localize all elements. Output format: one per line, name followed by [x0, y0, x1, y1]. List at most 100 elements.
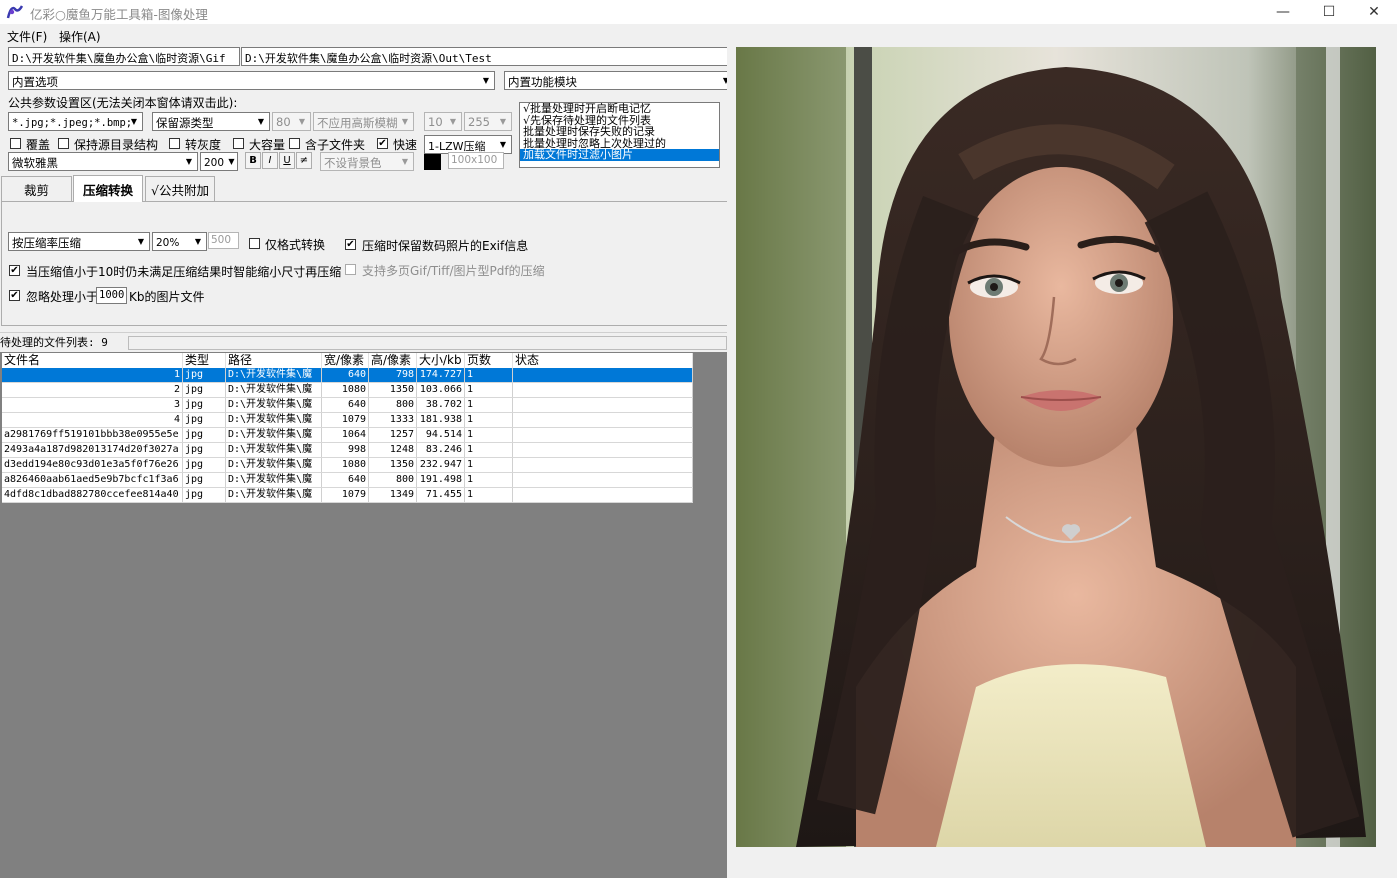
overwrite-checkbox[interactable] — [10, 138, 21, 149]
builtin-module-select[interactable]: 内置功能模块 ▼ — [504, 71, 735, 90]
font-value: 微软雅黑 — [12, 156, 58, 170]
ignore-small-checkbox[interactable]: ✔ — [9, 290, 20, 301]
keep-dir-checkbox[interactable] — [58, 138, 69, 149]
table-cell: 232.947 — [417, 458, 465, 472]
smart-resize-checkbox[interactable]: ✔ — [9, 265, 20, 276]
file-list-label: 待处理的文件列表: 9 — [0, 336, 108, 349]
maximize-button[interactable]: ☐ — [1306, 0, 1352, 24]
table-cell: 1350 — [369, 383, 417, 397]
gauss-blur-select[interactable]: 不应用高斯模糊 ▼ — [313, 112, 414, 131]
grayscale-checkbox[interactable] — [169, 138, 180, 149]
params-header[interactable]: 公共参数设置区(无法关闭本窗体请双击此): — [8, 94, 237, 111]
chevron-down-icon: ▼ — [482, 76, 490, 85]
table-cell — [513, 428, 693, 442]
builtin-options-select[interactable]: 内置选项 ▼ — [8, 71, 495, 90]
table-cell: 103.066 — [417, 383, 465, 397]
minimize-button[interactable]: — — [1260, 0, 1306, 24]
table-row[interactable]: 4 jpg D:\开发软件集\魔 1079 1333 181.938 1 — [2, 413, 693, 428]
builtin-module-value: 内置功能模块 — [508, 75, 577, 89]
column-header[interactable]: 页数 — [465, 353, 513, 368]
keep-type-select[interactable]: 保留源类型 ▼ — [152, 112, 270, 131]
keep-exif-checkbox[interactable]: ✔ — [345, 239, 356, 250]
input-path-field[interactable]: D:\开发软件集\魔鱼办公盒\临时资源\Gif — [8, 47, 240, 66]
window-title: 亿彩○魔鱼万能工具箱-图像处理 — [30, 7, 208, 22]
table-row[interactable]: 2 jpg D:\开发软件集\魔 1080 1350 103.066 1 — [2, 383, 693, 398]
background-select[interactable]: 不设背景色 ▼ — [320, 152, 414, 171]
close-button[interactable]: ✕ — [1351, 0, 1397, 24]
keep-type-value: 保留源类型 — [156, 116, 214, 130]
table-row[interactable]: 4dfd8c1dbad882780ccefee814a40 jpg D:\开发软件集… — [2, 488, 693, 503]
option-item[interactable]: √批量处理时开启断电记忆 — [520, 103, 719, 115]
tab-crop[interactable]: 裁剪 — [1, 176, 72, 202]
chevron-down-icon: ▼ — [298, 117, 306, 126]
table-cell: 1349 — [369, 488, 417, 502]
compress-size-field[interactable]: 500 — [208, 232, 239, 249]
underline-button[interactable]: U — [279, 152, 295, 169]
keep-exif-label: 压缩时保留数码照片的Exif信息 — [362, 239, 529, 253]
compress-mode-select[interactable]: 按压缩率压缩 ▼ — [8, 232, 150, 251]
table-cell: 1350 — [369, 458, 417, 472]
chevron-down-icon: ▼ — [401, 117, 409, 126]
progress-bar — [128, 336, 727, 350]
column-header[interactable]: 宽/像素 — [322, 353, 369, 368]
table-row[interactable]: 3 jpg D:\开发软件集\魔 640 800 38.702 1 — [2, 398, 693, 413]
column-header[interactable]: 大小/kb — [417, 353, 465, 368]
table-cell: D:\开发软件集\魔 — [226, 413, 322, 427]
large-capacity-checkbox[interactable] — [233, 138, 244, 149]
strikethrough-button[interactable]: ≠ — [296, 152, 312, 169]
bold-button[interactable]: B — [245, 152, 261, 169]
table-cell: 1080 — [322, 458, 369, 472]
fast-label: 快速 — [393, 138, 418, 152]
max-value: 255 — [468, 115, 490, 129]
table-cell: 640 — [322, 398, 369, 412]
preview-image[interactable] — [736, 47, 1376, 847]
column-header[interactable]: 文件名 — [2, 353, 183, 368]
font-size-select[interactable]: 200 ▼ — [200, 152, 238, 171]
table-cell: 798 — [369, 368, 417, 382]
chevron-down-icon: ▼ — [257, 117, 265, 126]
compress-rate-select[interactable]: 20% ▼ — [152, 232, 207, 251]
tab-compress[interactable]: 压缩转换 — [73, 175, 143, 202]
table-row[interactable]: 1 jpg D:\开发软件集\魔 640 798 174.727 1 — [2, 368, 693, 383]
file-filter-select[interactable]: *.jpg;*.jpeg;*.bmp; ▼ — [8, 112, 143, 131]
multipage-checkbox[interactable] — [345, 264, 356, 275]
menu-file[interactable]: 文件(F) — [7, 28, 47, 45]
table-cell — [513, 458, 693, 472]
min-value-select[interactable]: 10 ▼ — [424, 112, 462, 131]
table-cell: 1248 — [369, 443, 417, 457]
file-list-view[interactable]: 文件名 类型 路径 宽/像素 高/像素 大小/kb 页数 状态 1 jpg D:\开… — [2, 353, 693, 503]
quality-select[interactable]: 80 ▼ — [272, 112, 311, 131]
format-only-checkbox[interactable] — [249, 238, 260, 249]
option-item-selected[interactable]: 加载文件时过滤小图片 — [520, 149, 719, 161]
color-swatch[interactable] — [424, 154, 441, 170]
font-size-value: 200 — [204, 157, 225, 169]
menu-operate[interactable]: 操作(A) — [59, 28, 101, 45]
table-cell — [513, 383, 693, 397]
fast-checkbox[interactable]: ✔ — [377, 138, 388, 149]
table-cell: 1 — [465, 458, 513, 472]
column-header[interactable]: 状态 — [513, 353, 693, 368]
options-listbox[interactable]: √批量处理时开启断电记忆 √先保存待处理的文件列表 批量处理时保存失败的记录 批… — [519, 102, 720, 168]
column-header[interactable]: 高/像素 — [369, 353, 417, 368]
ignore-kb-field[interactable]: 1000 — [96, 287, 127, 304]
output-path-field[interactable]: D:\开发软件集\魔鱼办公盒\临时资源\Out\Test — [241, 47, 735, 66]
table-cell: D:\开发软件集\魔 — [226, 368, 322, 382]
subfolder-checkbox[interactable] — [289, 138, 300, 149]
column-header[interactable]: 类型 — [183, 353, 226, 368]
font-select[interactable]: 微软雅黑 ▼ — [8, 152, 198, 171]
table-cell: 1 — [465, 428, 513, 442]
table-row[interactable]: a2981769ff519101bbb38e0955e5e jpg D:\开发软件集… — [2, 428, 693, 443]
tab-common[interactable]: √公共附加 — [145, 176, 215, 202]
table-row[interactable]: d3edd194e80c93d01e3a5f0f76e26 jpg D:\开发软件集… — [2, 458, 693, 473]
italic-button[interactable]: I — [262, 152, 278, 169]
option-item[interactable]: 批量处理时保存失败的记录 — [520, 126, 719, 138]
max-value-select[interactable]: 255 ▼ — [464, 112, 512, 131]
size-field[interactable]: 100x100 — [448, 152, 504, 169]
table-row[interactable]: 2493a4a187d982013174d20f3027a jpg D:\开发软件集… — [2, 443, 693, 458]
table-cell: 1 — [465, 398, 513, 412]
column-header[interactable]: 路径 — [226, 353, 322, 368]
table-cell: 94.514 — [417, 428, 465, 442]
table-row[interactable]: a826460aab61aed5e9b7bcfc1f3a6 jpg D:\开发软件集… — [2, 473, 693, 488]
table-cell: d3edd194e80c93d01e3a5f0f76e26 — [2, 458, 183, 472]
title-bar: 亿彩○魔鱼万能工具箱-图像处理 — ☐ ✕ — [0, 0, 1397, 24]
